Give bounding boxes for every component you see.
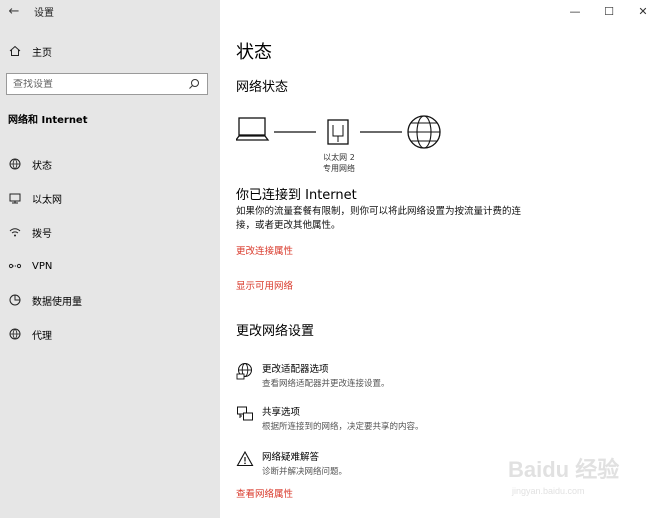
network-troubleshooter[interactable]: 网络疑难解答 诊断并解决网络问题。: [236, 449, 536, 477]
ethernet-icon: [8, 191, 22, 205]
watermark-main: Baidu 经验: [508, 457, 620, 482]
connected-description: 如果你的流量套餐有限制，则你可以将此网络设置为按流量计费的连接，或者更改其他属性…: [236, 206, 522, 231]
adapter-type: 专用网络: [323, 164, 355, 173]
page-title: 状态: [236, 42, 272, 63]
search-input[interactable]: [13, 78, 173, 90]
sidebar-item-label: 代理: [32, 330, 52, 342]
search-icon[interactable]: [187, 77, 201, 91]
sidebar-nav: 状态 以太网 拨号 VPN 数据使用量 代理: [0, 147, 220, 351]
sidebar-item-label: 数据使用量: [32, 296, 82, 308]
sidebar-item-dialup[interactable]: 拨号: [0, 215, 220, 249]
laptop-icon: [236, 117, 270, 141]
view-network-properties-link[interactable]: 查看网络属性: [236, 486, 293, 500]
main-content: 状态 网络状态 以太网 2 专用网络 你已连接到 Internet 如果你的流量…: [236, 0, 646, 518]
ethernet-adapter-icon: [327, 119, 349, 145]
search-box[interactable]: [6, 73, 208, 95]
sharing-options[interactable]: 共享选项 根据所连接到的网络，决定要共享的内容。: [236, 404, 536, 432]
titlebar: ← 设置: [0, 0, 220, 22]
sidebar-item-proxy[interactable]: 代理: [0, 317, 220, 351]
sidebar-item-ethernet[interactable]: 以太网: [0, 181, 220, 215]
change-network-settings-title: 更改网络设置: [236, 324, 315, 339]
sidebar-item-label: 以太网: [32, 194, 62, 206]
data-usage-icon: [8, 293, 22, 307]
baidu-watermark: Baidu 经验 jingyan.baidu.com: [508, 452, 658, 512]
warning-icon: [236, 450, 254, 468]
sharing-icon: [236, 405, 254, 423]
app-title: 设置: [34, 7, 54, 19]
sidebar-item-vpn[interactable]: VPN: [0, 249, 220, 283]
back-arrow-icon[interactable]: ←: [0, 0, 28, 22]
home-label: 主页: [32, 47, 52, 59]
settings-window: ← 设置 主页 网络和 Internet 状态: [0, 0, 660, 518]
vpn-icon: [8, 259, 22, 273]
sidebar-item-status[interactable]: 状态: [0, 147, 220, 181]
sidebar-item-home[interactable]: 主页: [0, 40, 220, 62]
proxy-icon: [8, 327, 22, 341]
setting-description: 诊断并解决网络问题。: [262, 467, 348, 477]
connected-title: 你已连接到 Internet: [236, 188, 357, 203]
sidebar-item-label: 状态: [32, 160, 52, 172]
sidebar-item-label: 拨号: [32, 228, 52, 240]
section-title: 网络和 Internet: [8, 115, 88, 126]
status-icon: [8, 157, 22, 171]
internet-globe-icon: [407, 115, 441, 149]
setting-title: 网络疑难解答: [262, 452, 320, 463]
setting-title: 共享选项: [262, 407, 301, 418]
change-adapter-options[interactable]: 更改适配器选项 查看网络适配器并更改连接设置。: [236, 361, 536, 389]
sidebar-item-data-usage[interactable]: 数据使用量: [0, 283, 220, 317]
setting-title: 更改适配器选项: [262, 364, 329, 375]
sidebar-item-label: VPN: [32, 260, 53, 272]
adapter-name: 以太网 2: [323, 153, 355, 162]
setting-description: 查看网络适配器并更改连接设置。: [262, 379, 390, 389]
network-status-title: 网络状态: [236, 80, 289, 95]
dialup-icon: [8, 225, 22, 239]
show-available-networks-link[interactable]: 显示可用网络: [236, 278, 293, 292]
adapter-globe-icon: [236, 362, 254, 380]
sidebar: ← 设置 主页 网络和 Internet 状态: [0, 0, 220, 518]
watermark-sub: jingyan.baidu.com: [512, 486, 585, 496]
home-icon: [8, 44, 22, 58]
setting-description: 根据所连接到的网络，决定要共享的内容。: [262, 422, 424, 432]
change-connection-properties-link[interactable]: 更改连接属性: [236, 243, 293, 257]
